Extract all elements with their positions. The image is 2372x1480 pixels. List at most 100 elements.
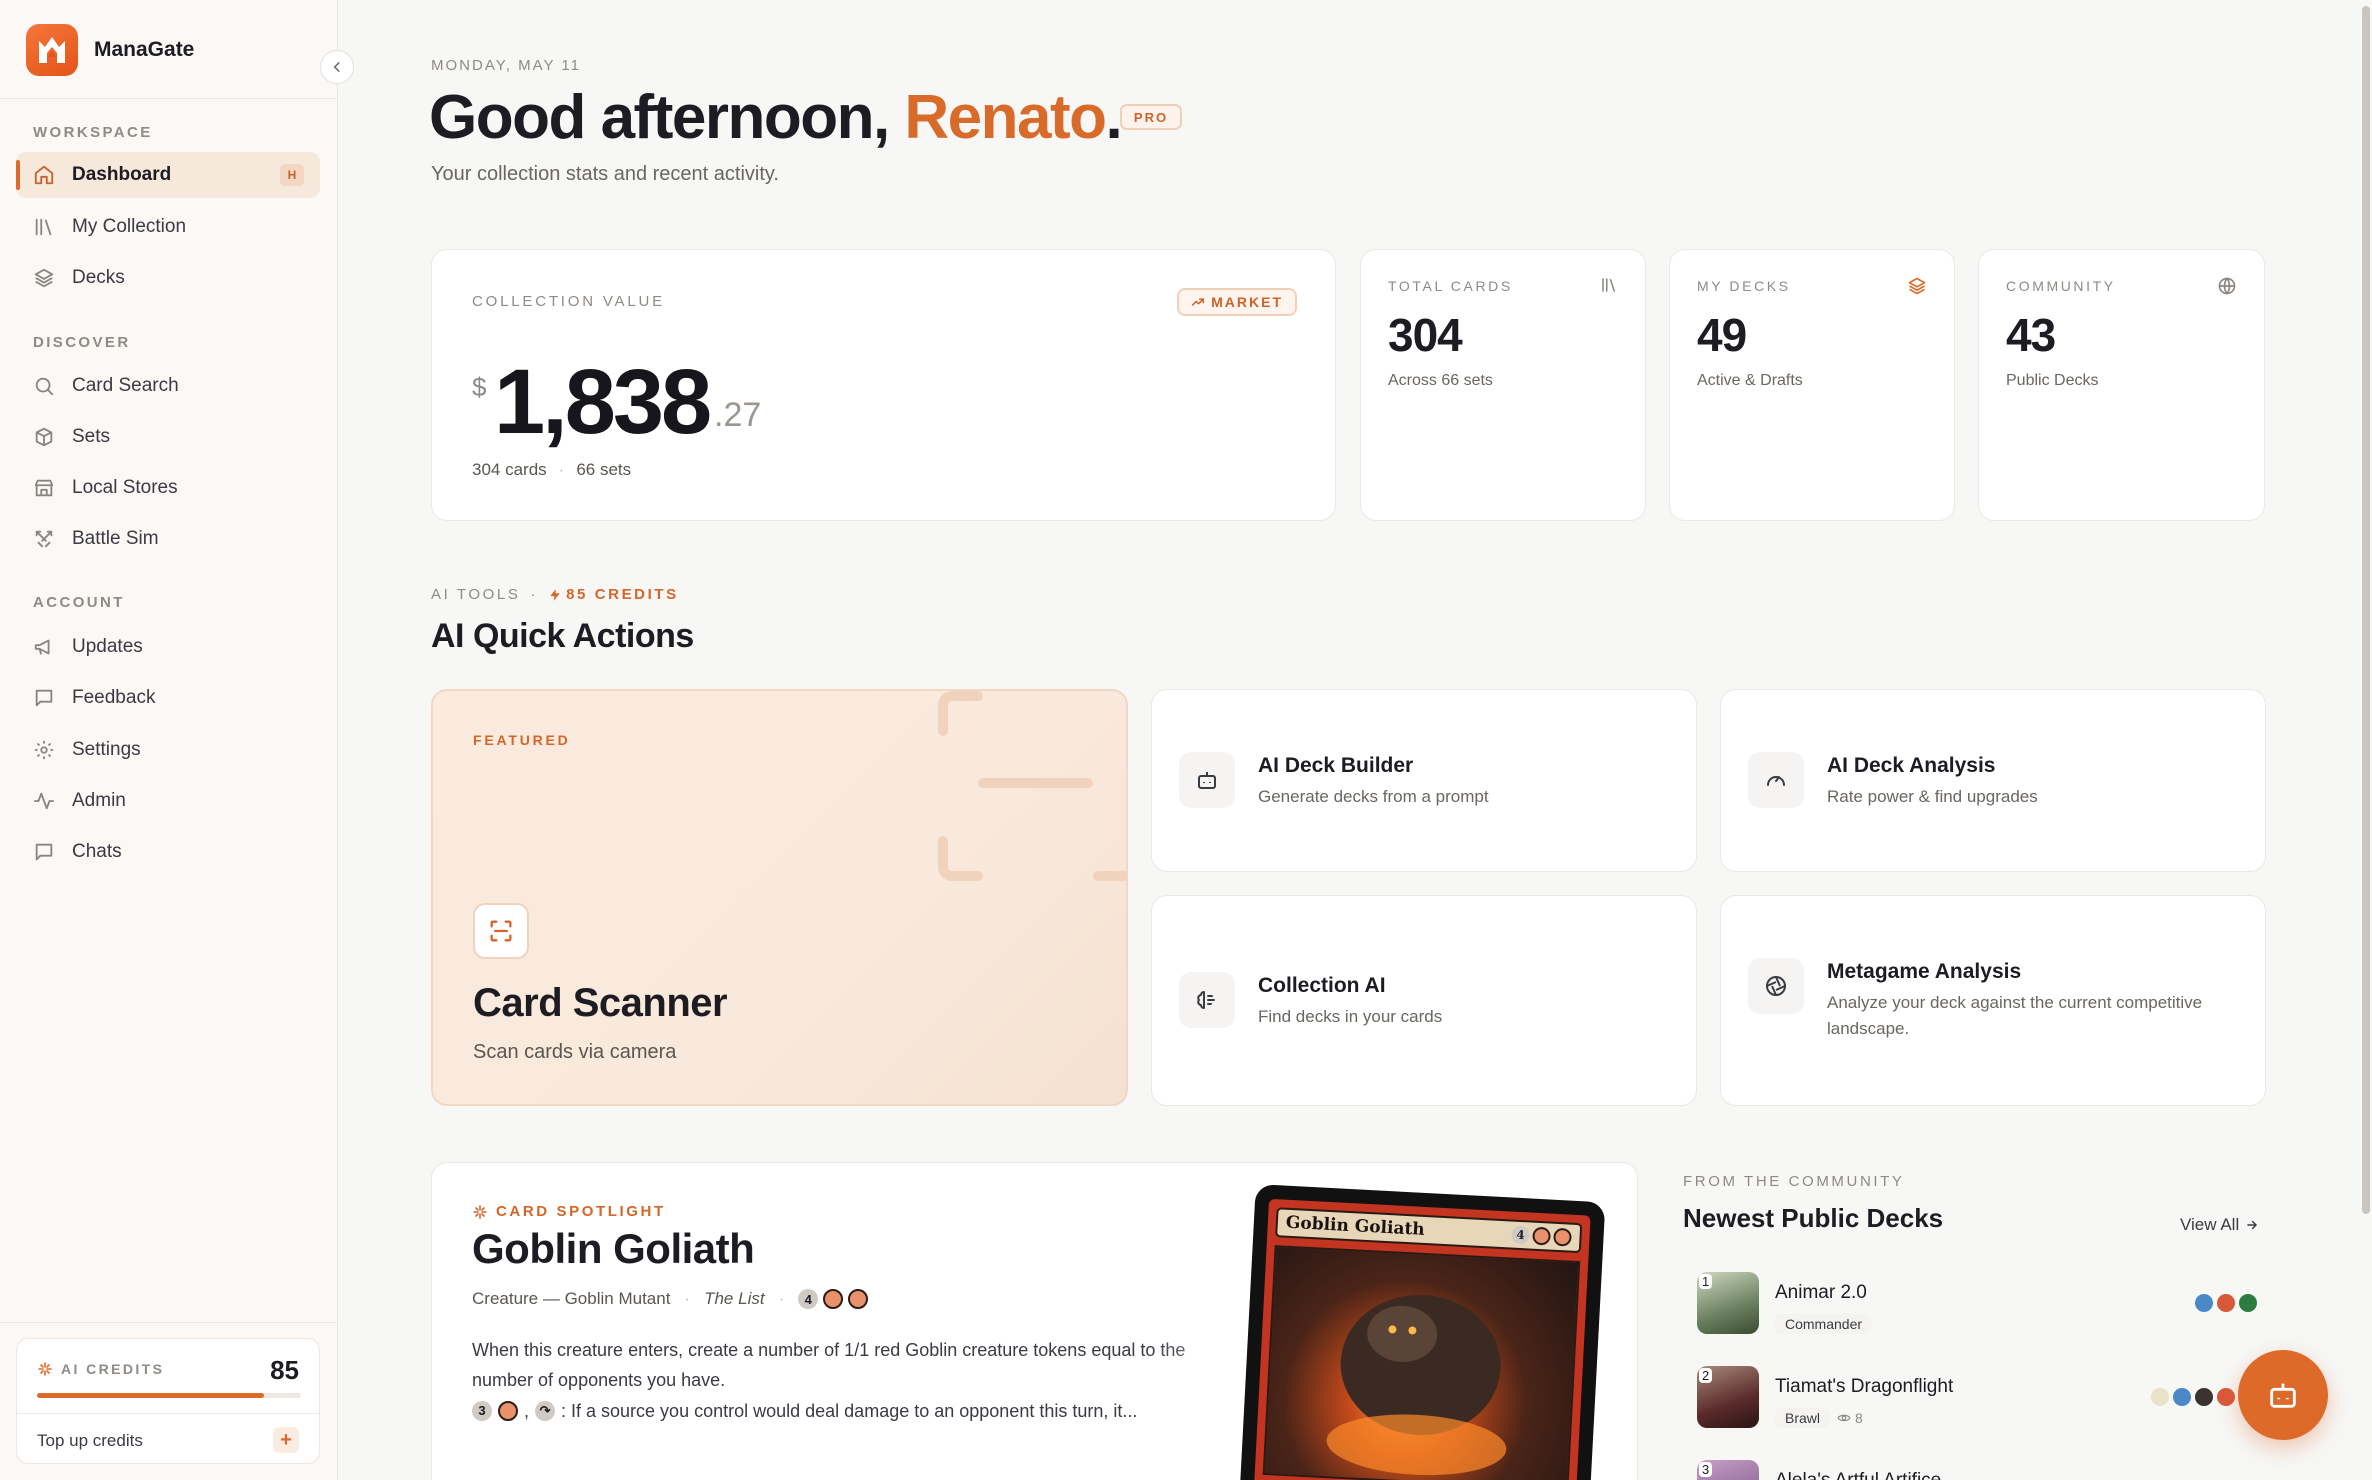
action-subtitle: Analyze your deck against the current co… — [1827, 993, 2203, 1038]
mana-generic-icon: 3 — [472, 1401, 492, 1421]
deck-row[interactable]: 3 Alela's Artful Artifice — [1697, 1460, 2257, 1480]
sidebar-item-chats[interactable]: Chats — [16, 829, 320, 875]
top-up-credits-button[interactable]: + — [273, 1427, 299, 1453]
view-all-link[interactable]: View All — [2180, 1215, 2259, 1235]
sidebar-item-my-collection[interactable]: My Collection — [16, 204, 320, 250]
megaphone-icon — [34, 639, 50, 655]
sidebar-item-dashboard[interactable]: Dashboard H — [16, 152, 320, 198]
user-name: Renato — [904, 83, 1107, 152]
divider — [0, 98, 338, 99]
deck-format-badge: Commander — [1775, 1314, 1873, 1334]
arrow-right-icon — [2247, 1220, 2258, 1230]
trending-up-icon — [1192, 298, 1205, 306]
collection-value-label: COLLECTION VALUE — [472, 293, 665, 310]
deck-row[interactable]: 1 Animar 2.0 Commander — [1697, 1272, 2257, 1342]
card-artwork — [1262, 1245, 1581, 1480]
brain-icon — [1179, 972, 1235, 1028]
sidebar-item-label: Admin — [72, 790, 126, 811]
sidebar-item-sets[interactable]: Sets — [16, 414, 320, 460]
stat-card-community[interactable]: COMMUNITY 43 Public Decks — [1978, 249, 2265, 521]
scrollbar-thumb[interactable] — [2362, 6, 2370, 1214]
stat-card-my-decks[interactable]: MY DECKS 49 Active & Drafts — [1669, 249, 1955, 521]
card-scanner-featured-card[interactable]: FEATURED Card Scanner Scan cards via cam… — [431, 689, 1128, 1106]
page-title: Good afternoon, Renato. — [429, 83, 1123, 152]
sidebar-item-card-search[interactable]: Card Search — [16, 363, 320, 409]
action-subtitle: Find decks in your cards — [1258, 1007, 1443, 1026]
ai-credits-progress-fill — [37, 1393, 265, 1398]
sidebar-item-label: Chats — [72, 841, 122, 862]
deck-format-badge: Brawl — [1775, 1408, 1831, 1428]
eye-icon — [1837, 1414, 1851, 1422]
action-title: Collection AI — [1258, 974, 1386, 997]
brand[interactable]: ManaGate — [26, 24, 194, 76]
collection-meta: 304 cards · 66 sets — [472, 460, 632, 479]
chat-icon — [35, 843, 53, 861]
market-badge[interactable]: MARKET — [1177, 288, 1297, 316]
action-subtitle: Generate decks from a prompt — [1258, 787, 1489, 806]
robot-icon — [1179, 752, 1235, 808]
sidebar-item-local-stores[interactable]: Local Stores — [16, 465, 320, 511]
sidebar-item-label: Dashboard — [72, 164, 172, 185]
stat-value: 43 — [2006, 309, 2056, 361]
shortcut-badge: H — [280, 164, 304, 186]
chevron-left-icon — [333, 62, 340, 72]
sidebar-item-decks[interactable]: Decks — [16, 255, 320, 301]
library-icon — [35, 218, 52, 236]
stat-label: MY DECKS — [1697, 278, 1791, 294]
scrollbar[interactable] — [2360, 0, 2372, 1480]
featured-subtitle: Scan cards via camera — [473, 1041, 677, 1063]
sidebar-item-label: Decks — [72, 267, 125, 288]
stat-label: TOTAL CARDS — [1388, 278, 1513, 294]
mana-red-icon — [1553, 1227, 1572, 1247]
sidebar-item-admin[interactable]: Admin — [16, 778, 320, 824]
deck-row[interactable]: 2 Tiamat's Dragonflight Brawl 8 — [1697, 1366, 2257, 1436]
stat-value: 304 — [1388, 309, 1463, 361]
metagame-analysis-card[interactable]: Metagame Analysis Analyze your deck agai… — [1720, 895, 2266, 1106]
layers-icon — [1908, 277, 1926, 295]
ai-credits-count: 85 CREDITS — [548, 586, 679, 603]
home-icon — [34, 165, 54, 185]
newest-public-decks-heading: Newest Public Decks — [1683, 1203, 1944, 1233]
ai-deck-analysis-card[interactable]: AI Deck Analysis Rate power & find upgra… — [1720, 689, 2266, 872]
brand-name: ManaGate — [94, 38, 195, 61]
sidebar-item-label: Settings — [72, 739, 141, 760]
sidebar-item-label: Feedback — [72, 687, 156, 708]
spotlight-card-image[interactable]: Goblin Goliath 4 — [1238, 1184, 1606, 1480]
library-icon — [1602, 278, 1615, 292]
ai-credits-label: AI CREDITS — [37, 1361, 164, 1377]
sidebar-item-updates[interactable]: Updates — [16, 624, 320, 670]
box-icon — [35, 427, 53, 447]
top-up-credits-link[interactable]: Top up credits — [37, 1431, 143, 1451]
oracle-ability: 3 , ↷ : If a source you control would de… — [472, 1396, 1212, 1426]
mana-generic-icon: 4 — [798, 1289, 819, 1309]
sidebar-item-settings[interactable]: Settings — [16, 727, 320, 773]
ai-assistant-button[interactable] — [2238, 1350, 2328, 1440]
card-count: 304 cards — [472, 460, 547, 479]
managate-logo-icon — [26, 24, 78, 76]
collection-ai-card[interactable]: Collection AI Find decks in your cards — [1151, 895, 1697, 1106]
stat-value: 49 — [1697, 309, 1747, 361]
stat-subtitle: Active & Drafts — [1697, 372, 1803, 389]
collapse-sidebar-button[interactable] — [320, 50, 354, 84]
sidebar-item-battle-sim[interactable]: Battle Sim — [16, 516, 320, 562]
featured-label: FEATURED — [473, 732, 571, 748]
set-name[interactable]: The List — [704, 1289, 764, 1309]
spotlight-card-meta: Creature — Goblin Mutant · The List · 4 — [472, 1289, 869, 1309]
stat-card-total-cards[interactable]: TOTAL CARDS 304 Across 66 sets — [1360, 249, 1646, 521]
mana-cost: 4 — [798, 1289, 869, 1309]
sidebar-item-feedback[interactable]: Feedback — [16, 675, 320, 721]
deck-rank: 2 — [1699, 1368, 1713, 1383]
mana-red-icon — [2217, 1388, 2235, 1406]
activity-icon — [33, 792, 55, 810]
sparkle-icon — [473, 1204, 487, 1219]
card-spotlight[interactable]: CARD SPOTLIGHT Goblin Goliath Creature —… — [431, 1162, 1638, 1480]
collection-value-card[interactable]: COLLECTION VALUE MARKET $ 1,838 .27 304 … — [431, 249, 1336, 521]
layers-icon — [34, 268, 54, 288]
mana-white-icon — [2151, 1388, 2169, 1406]
stat-subtitle: Public Decks — [2006, 372, 2099, 389]
stat-subtitle: Across 66 sets — [1388, 372, 1493, 389]
scan-icon — [473, 903, 529, 959]
ai-deck-builder-card[interactable]: AI Deck Builder Generate decks from a pr… — [1151, 689, 1697, 872]
type-line: Creature — Goblin Mutant — [472, 1289, 671, 1308]
action-title: Metagame Analysis — [1827, 960, 2022, 983]
